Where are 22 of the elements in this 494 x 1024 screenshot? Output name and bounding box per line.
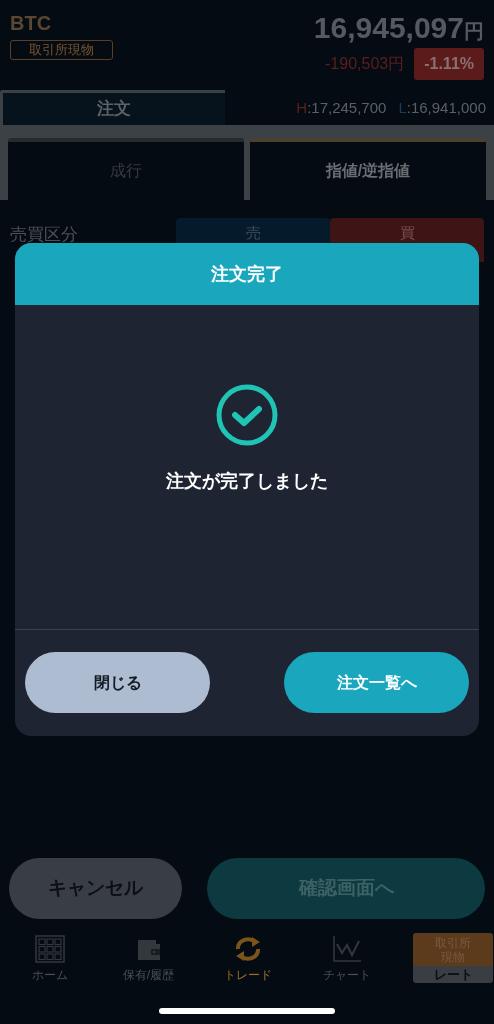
check-circle-icon (216, 384, 278, 446)
change-percent-badge: -1.11% (414, 48, 484, 80)
market-badge: 取引所現物 (10, 40, 113, 60)
grid-icon (34, 935, 65, 963)
nav-tab[interactable]: 保有/履歴 (99, 933, 198, 984)
low-price: L:16,941,000 (398, 97, 486, 118)
price-change: -190,503円 (325, 54, 405, 74)
price-value: 16,945,097 (313, 10, 464, 46)
dialog-message: 注文が完了しました (166, 470, 328, 493)
chart-icon (331, 935, 362, 963)
order-list-button[interactable]: 注文一覧へ (284, 652, 469, 713)
nav-tab[interactable]: チャート (297, 933, 396, 984)
nav-tab[interactable]: トレード (198, 933, 297, 984)
order-tab[interactable]: 注文 (0, 90, 225, 125)
side-label: 売買区分 (10, 224, 79, 246)
high-price: H:17,245,700 (296, 97, 387, 118)
symbol-title: BTC (10, 11, 52, 36)
nav-tab[interactable]: ホーム (0, 933, 99, 984)
close-button[interactable]: 閉じる (25, 652, 210, 713)
price-unit: 円 (464, 19, 484, 44)
dialog-title: 注文完了 (15, 243, 479, 305)
order-type-tab[interactable]: 指値/逆指値 (250, 138, 486, 200)
